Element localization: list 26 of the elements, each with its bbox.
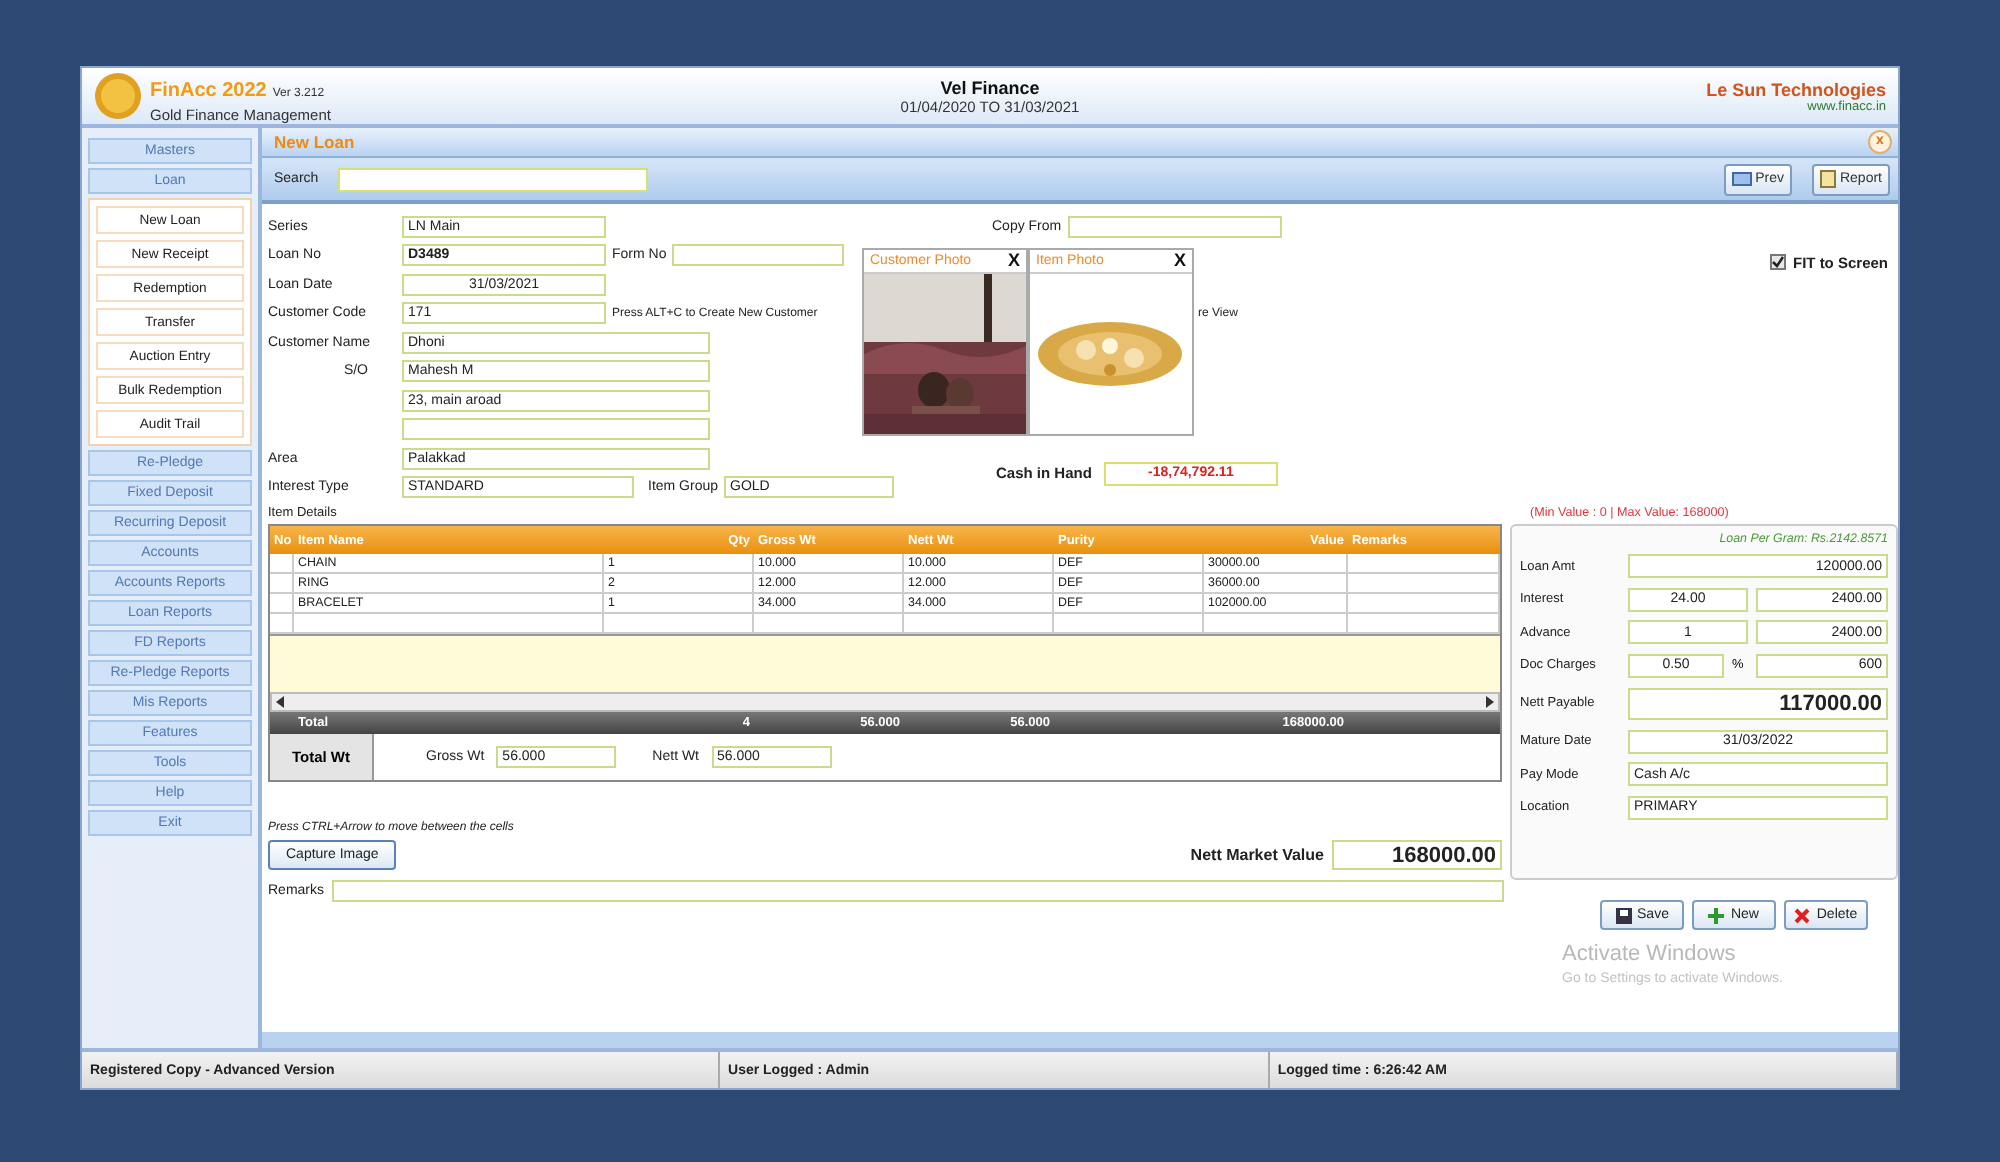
table-cell <box>270 574 294 594</box>
plus-icon <box>1708 907 1725 923</box>
search-field[interactable] <box>338 167 649 191</box>
nett-market-value-field[interactable]: 168000.00 <box>1332 840 1502 870</box>
close-button[interactable]: X <box>1173 250 1186 270</box>
save-icon <box>1615 907 1632 923</box>
input-field[interactable]: 117000.00 <box>1628 687 1888 719</box>
vendor-name: Le Sun Technologies <box>1706 79 1886 99</box>
input-field[interactable] <box>402 418 710 441</box>
company-name: Vel Finance <box>940 77 1040 97</box>
watermark-title: Activate Windows <box>1562 942 1738 966</box>
screen-icon <box>1731 171 1752 187</box>
checkbox[interactable] <box>1770 254 1787 270</box>
input-field[interactable] <box>1067 215 1282 238</box>
field-label: Nett Market Value <box>1190 846 1324 864</box>
document-icon <box>1819 170 1836 188</box>
remarks-field[interactable] <box>332 880 1505 902</box>
form-title: New Loan <box>274 132 355 152</box>
table-cell <box>270 594 294 614</box>
input-field[interactable] <box>672 244 845 267</box>
app-name: FinAcc 2022 <box>150 79 267 101</box>
close-button[interactable]: X <box>1007 250 1020 270</box>
logo-icon <box>94 72 142 120</box>
table-cell <box>270 554 294 574</box>
horizontal-scrollbar[interactable] <box>270 692 1500 712</box>
cross-icon <box>1794 907 1811 923</box>
